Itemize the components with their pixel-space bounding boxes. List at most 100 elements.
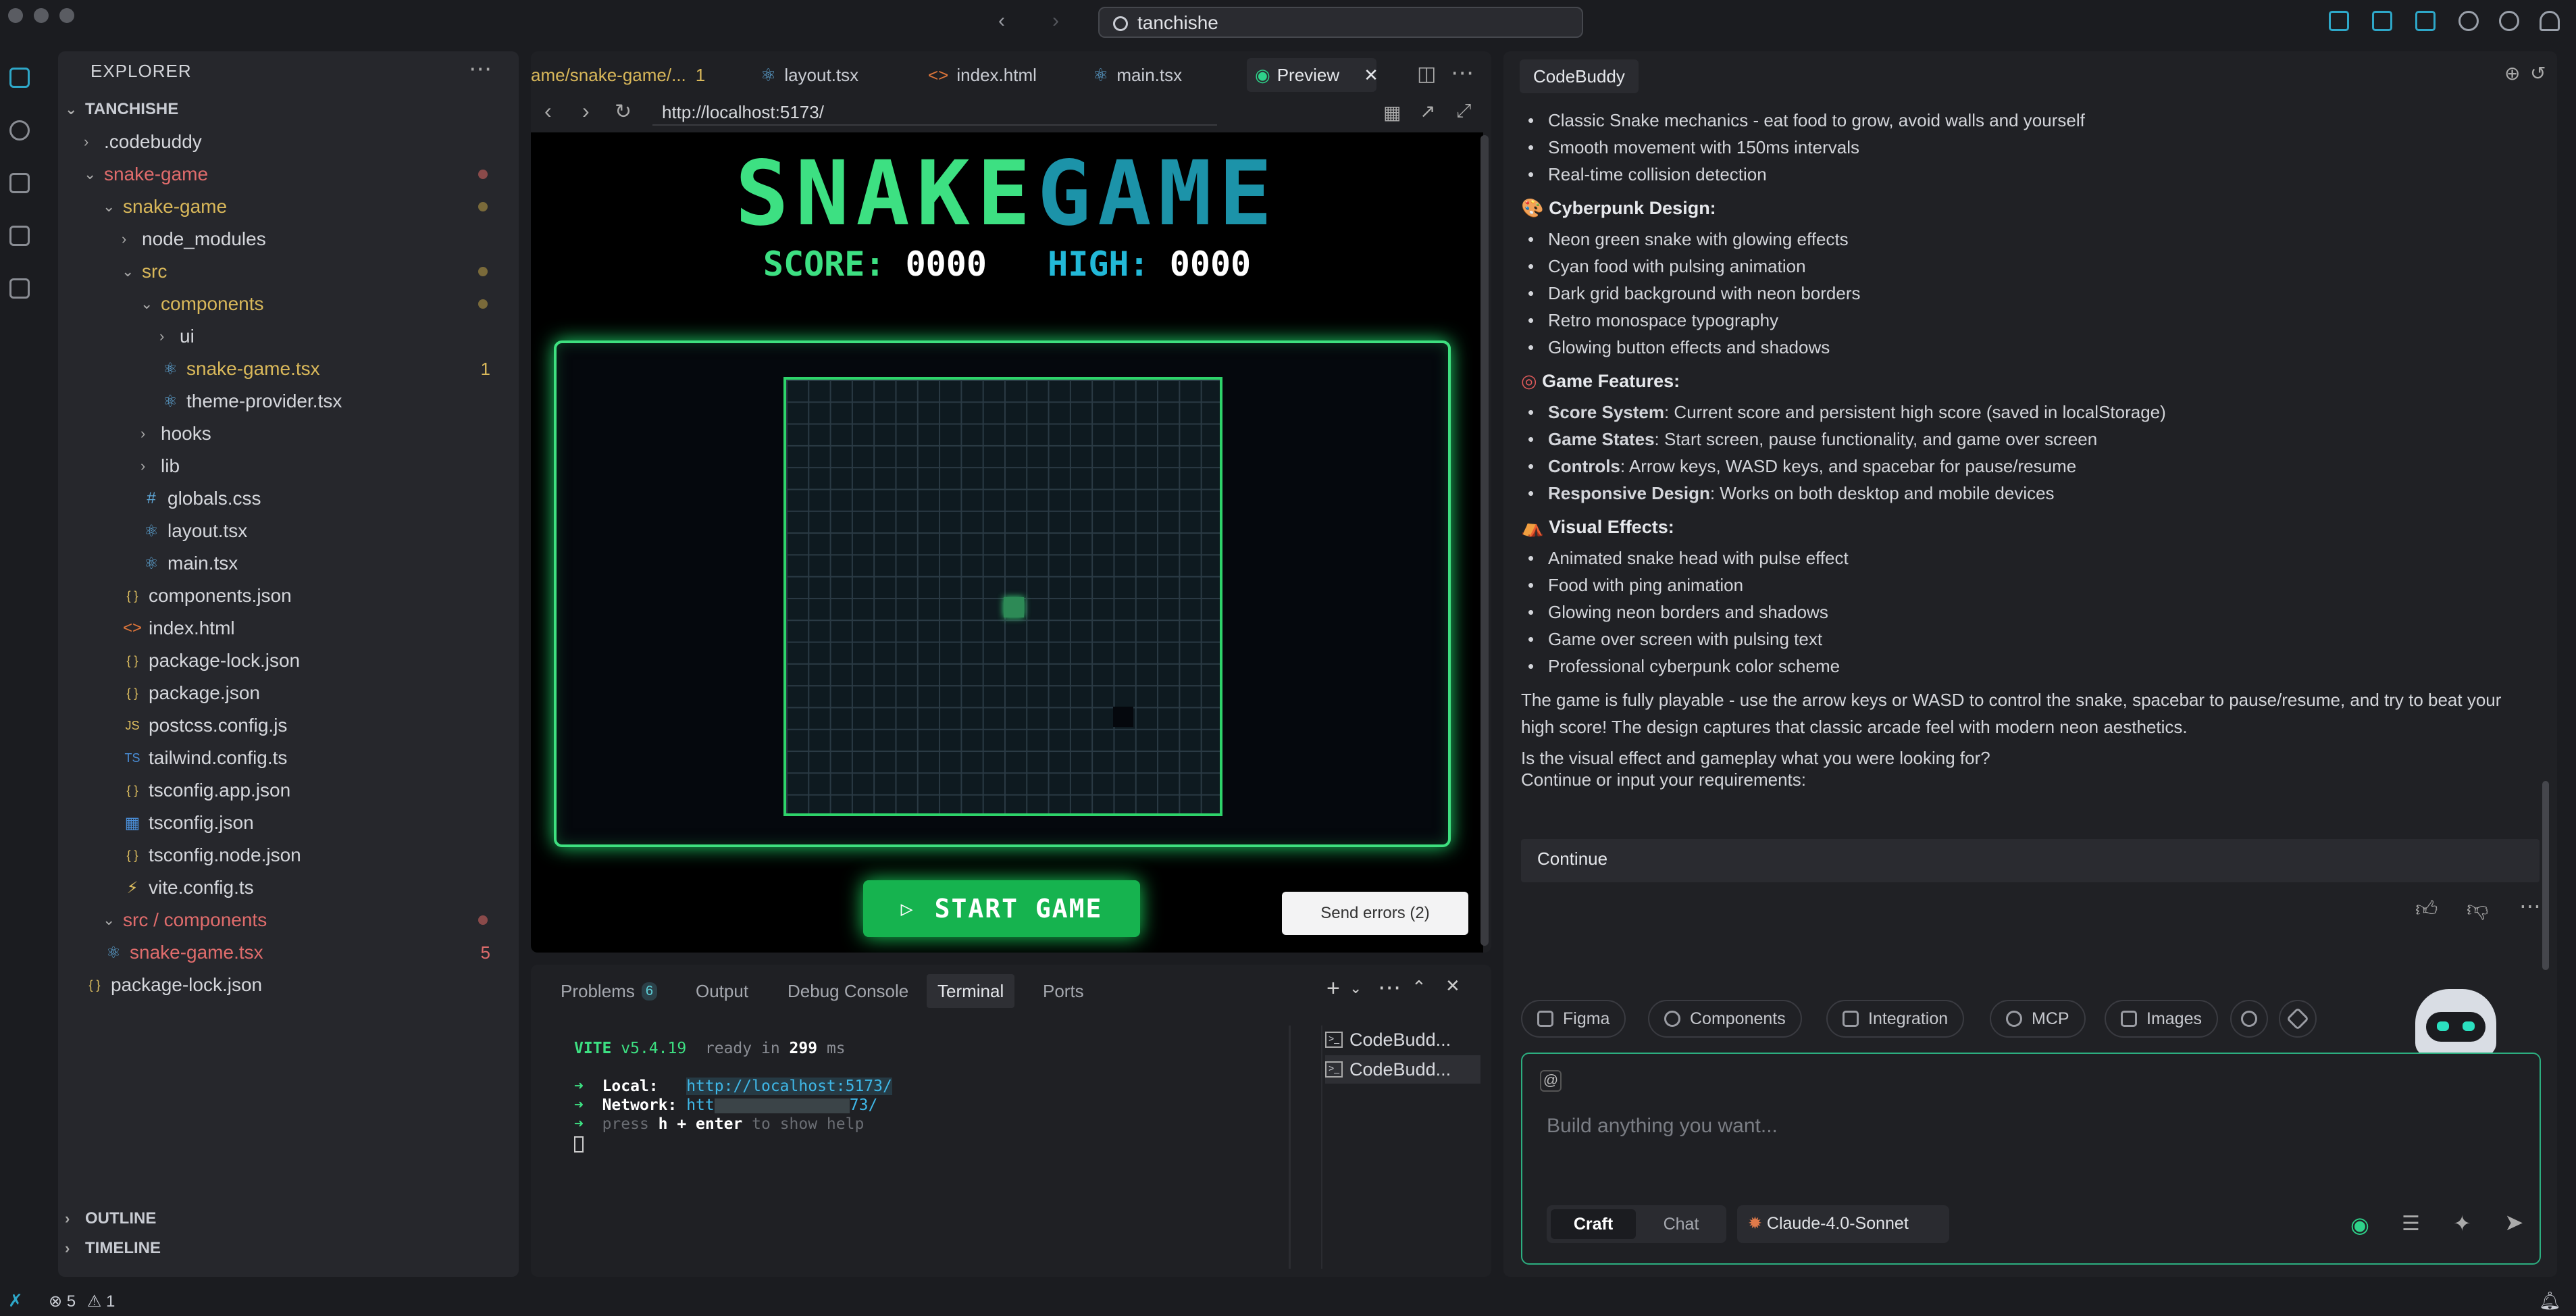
explorer-files-icon[interactable] [9,68,30,88]
tree-file[interactable]: ▦ tsconfig.json [122,807,511,839]
mode-chat[interactable]: Chat [1640,1209,1722,1239]
close-panel-icon[interactable]: ✕ [1445,976,1460,996]
mention-button[interactable]: @ [1540,1070,1562,1092]
tree-file[interactable]: ⚛ snake-game.tsx 5 [103,936,511,969]
user-icon[interactable] [2540,11,2560,31]
remote-icon[interactable]: ✗ [8,1290,23,1311]
inspect-icon[interactable]: ▦ [1383,101,1401,124]
tree-folder[interactable]: › node_modules [122,223,511,255]
tree-folder[interactable]: ⌄ snake-game [103,191,511,223]
task-list-icon[interactable]: ☰ [2402,1212,2420,1236]
fullscreen-icon[interactable]: ⤢ [1456,100,1471,122]
tree-file[interactable]: # globals.css [140,482,511,515]
tab-preview[interactable]: ◉ Preview ✕ [1247,58,1379,92]
outline-section[interactable]: › OUTLINE [65,1203,156,1235]
close-icon[interactable]: ✕ [1364,65,1379,86]
maximize-panel-icon[interactable]: ⌃ [1412,977,1426,998]
tree-folder[interactable]: › ui [159,320,511,353]
tree-file[interactable]: { } package-lock.json [84,969,511,1001]
tree-folder[interactable]: ⌄ snake-game [84,158,511,191]
back-icon[interactable]: ‹ [544,99,552,124]
search-icon[interactable] [9,120,30,141]
forward-icon[interactable]: › [582,99,590,124]
preview-scrollbar[interactable] [1480,135,1489,946]
tree-file[interactable]: { } components.json [122,580,511,612]
chip-figma[interactable]: Figma [1521,1000,1626,1038]
window-maximize-button[interactable] [59,8,74,23]
tree-file[interactable]: { } tsconfig.app.json [122,774,511,807]
local-url-link[interactable]: http://localhost:5173/ [686,1078,892,1095]
tree-file[interactable]: ⚛ layout.tsx [140,515,511,547]
tree-file[interactable]: { } package-lock.json [122,644,511,677]
tree-file[interactable]: { } package.json [122,677,511,709]
tree-folder[interactable]: › .codebuddy [84,126,511,158]
tab-ports[interactable]: Ports [1043,974,1084,1008]
history-icon[interactable]: ↺ [2530,62,2546,84]
tab-debug-console[interactable]: Debug Console [788,974,908,1008]
account-shield-icon[interactable] [2499,11,2519,31]
thumbs-down-icon[interactable]: 👎︎ [2467,896,2488,922]
tab-layout[interactable]: ⚛ layout.tsx [761,58,858,92]
tab-main[interactable]: ⚛ main.tsx [1093,58,1182,92]
toggle-secondary-sidebar-icon[interactable] [2415,11,2436,31]
open-external-icon[interactable]: ↗ [1420,100,1435,122]
back-arrow-icon[interactable]: ‹ [998,9,1005,32]
start-game-button[interactable]: ▷ START GAME [863,880,1140,937]
problems-status[interactable]: ⊗ 5 ⚠ 1 [49,1292,115,1311]
send-icon[interactable]: ➤ [2504,1209,2524,1236]
more-icon[interactable]: ⋯ [1378,974,1401,1001]
extensions-icon[interactable] [9,278,30,299]
workspace-root[interactable]: ⌄ TANCHISHE [65,93,178,126]
palette-icon[interactable]: ◉ [2350,1212,2369,1238]
window-close-button[interactable] [8,8,23,23]
timeline-section[interactable]: › TIMELINE [65,1232,161,1265]
continue-button[interactable]: Continue [1521,839,2540,882]
window-minimize-button[interactable] [34,8,49,23]
chip-integration[interactable]: Integration [1826,1000,1965,1038]
chat-tab[interactable]: CodeBuddy [1520,59,1639,93]
tree-file[interactable]: ⚛ snake-game.tsx 1 [159,353,511,385]
debug-icon[interactable] [9,226,30,246]
tree-file[interactable]: { } tsconfig.node.json [122,839,511,871]
send-errors-button[interactable]: Send errors (2) [1282,892,1468,935]
tree-folder[interactable]: › lib [140,450,511,482]
chat-scrollbar[interactable] [2542,781,2549,970]
chat-input-box[interactable]: @ Build anything you want... Craft Chat … [1521,1053,2541,1265]
tree-folder[interactable]: › hooks [140,417,511,450]
model-selector[interactable]: ✹ Claude-4.0-Sonnet [1737,1205,1949,1243]
tree-file[interactable]: TS tailwind.config.ts [122,742,511,774]
settings-gear-icon[interactable] [2458,11,2479,31]
tree-file[interactable]: <> index.html [122,612,511,644]
eye-toggle[interactable] [2230,1000,2268,1038]
tree-folder[interactable]: ⌄ components [140,288,511,320]
notifications-bell-icon[interactable]: 🔔︎ [2539,1290,2561,1311]
tree-folder[interactable]: ⌄ src [122,255,511,288]
more-icon[interactable]: ⋯ [1451,59,1474,86]
more-actions-icon[interactable]: ⋯ [469,55,492,82]
chat-input-placeholder[interactable]: Build anything you want... [1547,1115,1778,1138]
source-control-icon[interactable] [9,173,30,193]
tree-file[interactable]: ⚡ vite.config.ts [122,871,511,904]
tree-folder[interactable]: ⌄ src / components [103,904,511,936]
mode-craft[interactable]: Craft [1551,1209,1636,1239]
new-chat-icon[interactable]: ⊕ [2504,62,2520,84]
command-search[interactable]: tanchishe [1098,7,1583,38]
preview-url-bar[interactable]: http://localhost:5173/ [652,97,1217,126]
tab-snake-game[interactable]: ame/snake-game/... 1 [531,58,705,92]
chevron-down-icon[interactable]: ⌄ [1349,980,1362,997]
enhance-prompt-icon[interactable]: ✦ [2453,1211,2471,1236]
toggle-primary-sidebar-icon[interactable] [2329,11,2349,31]
chip-mcp[interactable]: MCP [1990,1000,2086,1038]
chip-images[interactable]: Images [2105,1000,2218,1038]
tree-file[interactable]: ⚛ main.tsx [140,547,511,580]
thumbs-up-icon[interactable]: 👍︎ [2415,896,2438,922]
terminal-instance-1[interactable]: >_ CodeBudd... [1325,1026,1480,1054]
reload-icon[interactable]: ↻ [615,100,632,124]
chip-components[interactable]: Components [1648,1000,1802,1038]
tab-terminal[interactable]: Terminal [927,974,1015,1008]
more-icon[interactable]: ⋯ [2519,893,2541,919]
tree-file[interactable]: JS postcss.config.js [122,709,511,742]
terminal-instance-2[interactable]: >_ CodeBudd... [1325,1055,1480,1084]
forward-arrow-icon[interactable]: › [1052,9,1059,32]
tab-output[interactable]: Output [696,974,748,1008]
